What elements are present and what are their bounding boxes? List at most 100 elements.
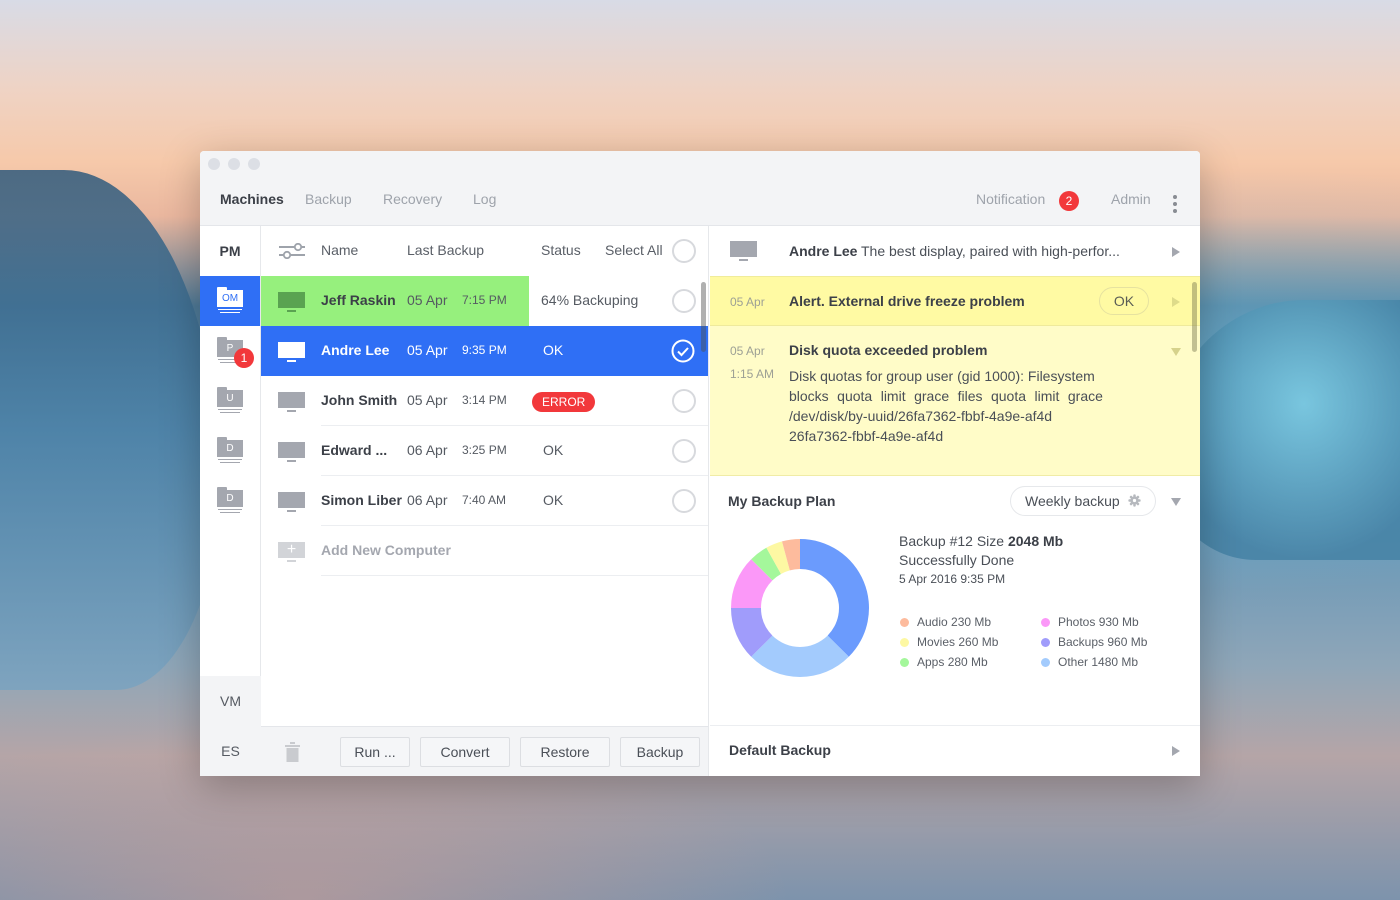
legend-color-dot xyxy=(1041,638,1050,647)
close-window-button[interactable] xyxy=(208,158,220,170)
alert-time: 1:15 AM xyxy=(730,367,775,381)
expand-arrow-icon[interactable] xyxy=(1172,247,1180,257)
sidebar-item-es[interactable]: ES xyxy=(200,726,261,776)
legend-label: Backups xyxy=(1058,635,1105,649)
backup-plan-section: My Backup Plan Weekly backup Backup #12 … xyxy=(710,476,1200,726)
sidebar-item-om[interactable]: OM xyxy=(200,276,260,326)
backup-time: 7:40 AM xyxy=(462,493,507,507)
alert-body-line: blocks quota limit grace files quota limit grac… xyxy=(789,386,1103,406)
status-text: OK xyxy=(543,442,564,458)
run-button[interactable]: Run ... xyxy=(340,737,410,767)
machine-row[interactable]: John Smith 05 Apr 3:14 PM ERROR xyxy=(261,376,708,426)
machine-list: Name Last Backup Status Select All Jeff … xyxy=(261,226,709,726)
legend-color-dot xyxy=(900,658,909,667)
collapse-arrow-icon[interactable] xyxy=(1171,348,1181,356)
alert-body-line: Disk quotas for group user (gid 1000): F… xyxy=(789,368,1095,384)
sidebar-item-d[interactable]: D xyxy=(200,476,260,526)
alert-row[interactable]: 05 Apr Alert. External drive freeze prob… xyxy=(710,276,1200,326)
collapse-arrow-icon[interactable] xyxy=(1171,498,1181,506)
backup-time: 3:14 PM xyxy=(462,393,507,407)
minimize-window-button[interactable] xyxy=(228,158,240,170)
monitor-icon xyxy=(278,292,305,312)
app-window: Machines Backup Recovery Log Notificatio… xyxy=(200,151,1200,776)
column-last-backup[interactable]: Last Backup xyxy=(407,242,484,258)
summary-prefix: Backup #12 Size xyxy=(899,533,1005,549)
legend-color-dot xyxy=(1041,618,1050,627)
restore-button[interactable]: Restore xyxy=(520,737,610,767)
sidebar-item-d[interactable]: D xyxy=(200,426,260,476)
machine-name: Simon Liber xyxy=(321,492,402,508)
tab-machines[interactable]: Machines xyxy=(220,191,284,207)
monitor-icon xyxy=(278,392,305,412)
select-all-checkbox[interactable] xyxy=(672,239,696,263)
folder-icon: OM xyxy=(217,287,243,315)
machine-row[interactable]: Simon Liber 06 Apr 7:40 AM OK xyxy=(261,476,708,526)
plan-title: My Backup Plan xyxy=(728,493,836,509)
action-footer: Run ... Convert Restore Backup xyxy=(261,726,709,776)
backup-button[interactable]: Backup xyxy=(620,737,700,767)
machine-name: John Smith xyxy=(321,392,398,408)
legend-label: Other xyxy=(1058,655,1089,669)
legend-color-dot xyxy=(900,638,909,647)
more-options-icon[interactable] xyxy=(1168,193,1182,213)
alert-date: 05 Apr xyxy=(730,295,765,309)
add-computer-row[interactable]: + Add New Computer xyxy=(261,526,708,576)
summary-status: Successfully Done xyxy=(899,552,1015,568)
column-status[interactable]: Status xyxy=(541,242,581,258)
alert-body-line: 26fa7362-fbbf-4a9e-af4d xyxy=(789,428,944,444)
tab-backup[interactable]: Backup xyxy=(305,191,352,207)
tab-recovery[interactable]: Recovery xyxy=(383,191,442,207)
expand-arrow-icon[interactable] xyxy=(1172,746,1180,756)
schedule-label: Weekly backup xyxy=(1025,493,1120,509)
monitor-icon xyxy=(278,492,305,512)
expand-arrow-icon[interactable] xyxy=(1172,297,1180,307)
filter-icon[interactable] xyxy=(279,243,305,259)
sidebar-item-p[interactable]: P 1 xyxy=(200,326,260,376)
tab-log[interactable]: Log xyxy=(473,191,496,207)
admin-menu[interactable]: Admin xyxy=(1111,191,1151,207)
status-text: 64% Backuping xyxy=(541,292,639,308)
list-scrollbar[interactable] xyxy=(701,282,706,352)
backup-time: 7:15 PM xyxy=(462,293,507,307)
sidebar-badge: 1 xyxy=(234,348,254,368)
alert-body-word: quota xyxy=(990,388,1027,404)
alert-title: Alert. External drive freeze problem xyxy=(789,293,1025,309)
sidebar-item-u[interactable]: U xyxy=(200,376,260,426)
sidebar-header[interactable]: PM xyxy=(200,226,260,276)
schedule-selector[interactable]: Weekly backup xyxy=(1010,486,1156,516)
machine-row[interactable]: Andre Lee 05 Apr 9:35 PM OK xyxy=(261,326,708,376)
monitor-icon xyxy=(278,442,305,462)
sidebar-item-vm[interactable]: VM xyxy=(200,676,261,726)
row-checkbox[interactable] xyxy=(672,289,696,313)
notification-link[interactable]: Notification xyxy=(976,191,1045,207)
alert-body-word: quota xyxy=(837,388,873,404)
machine-row[interactable]: Edward ... 06 Apr 3:25 PM OK xyxy=(261,426,708,476)
alert-body-line: /dev/disk/by-uuid/26fa7362-fbbf-4a9e-af4… xyxy=(789,408,1053,424)
legend-item-other: Other 1480 Mb xyxy=(1041,655,1138,669)
row-checkbox-checked[interactable] xyxy=(671,339,695,363)
alert-date: 05 Apr xyxy=(730,344,765,358)
backup-date: 06 Apr xyxy=(407,492,448,508)
row-checkbox[interactable] xyxy=(672,489,696,513)
row-checkbox[interactable] xyxy=(672,389,696,413)
default-backup-label: Default Backup xyxy=(729,742,831,758)
top-nav: Machines Backup Recovery Log Notificatio… xyxy=(200,177,1200,226)
backup-time: 9:35 PM xyxy=(462,343,507,357)
row-checkbox[interactable] xyxy=(672,439,696,463)
alert-ok-button[interactable]: OK xyxy=(1099,287,1149,315)
alert-row-expanded[interactable]: 05 Apr 1:15 AM Disk quota exceeded probl… xyxy=(710,326,1200,476)
convert-button[interactable]: Convert xyxy=(420,737,510,767)
plan-summary: Backup #12 Size 2048 Mb xyxy=(899,533,1063,549)
legend-item-backups: Backups 960 Mb xyxy=(1041,635,1147,649)
machine-summary-row[interactable]: Andre Lee The best display, paired with … xyxy=(710,226,1200,276)
machine-row[interactable]: Jeff Raskin 05 Apr 7:15 PM 64% Backuping xyxy=(261,276,708,326)
detail-scrollbar[interactable] xyxy=(1192,282,1197,352)
trash-icon[interactable] xyxy=(285,742,300,762)
maximize-window-button[interactable] xyxy=(248,158,260,170)
legend-value: 280 Mb xyxy=(947,655,988,669)
status-badge-error: ERROR xyxy=(532,392,596,412)
alert-body-word: files xyxy=(957,388,983,404)
default-backup-row[interactable]: Default Backup xyxy=(710,726,1200,776)
column-name[interactable]: Name xyxy=(321,242,358,258)
legend-label: Apps xyxy=(917,655,945,669)
